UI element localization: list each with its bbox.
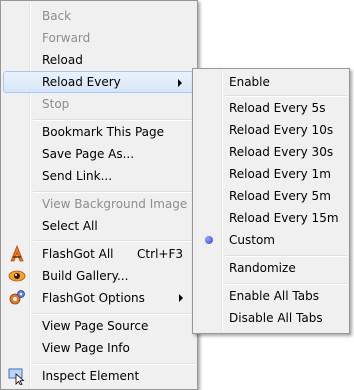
menu-item-label: View Page Source xyxy=(42,319,149,333)
menu-item-reload[interactable]: Reload xyxy=(3,49,195,71)
menu-item-label: Disable All Tabs xyxy=(229,311,323,325)
menu-item-label: FlashGot Options xyxy=(42,291,145,305)
gallery-eye-icon xyxy=(8,270,26,282)
submenu-item-randomize[interactable]: Randomize xyxy=(195,257,347,279)
menu-item-bookmark-page[interactable]: Bookmark This Page xyxy=(3,121,195,143)
menu-item-flashgot-options[interactable]: FlashGot Options xyxy=(3,287,195,309)
submenu-arrow-icon xyxy=(179,294,183,302)
menu-item-label: Bookmark This Page xyxy=(42,125,164,139)
menu-item-label: Reload Every xyxy=(42,75,121,89)
menu-item-label: Forward xyxy=(42,31,91,45)
menu-item-label: Custom xyxy=(229,233,275,247)
menu-item-forward[interactable]: Forward xyxy=(3,27,195,49)
menu-item-label: Reload Every 5s xyxy=(229,101,326,115)
menu-item-label: View Page Info xyxy=(42,341,130,355)
menu-item-label: Build Gallery... xyxy=(42,269,129,283)
radio-selected-icon xyxy=(205,236,213,244)
menu-item-label: Inspect Element xyxy=(42,369,140,383)
menu-item-inspect-element[interactable]: Inspect Element xyxy=(3,365,195,387)
menu-item-label: Reload Every 1m xyxy=(229,167,331,181)
menu-item-label: Reload Every 15m xyxy=(229,211,339,225)
menu-item-view-page-info[interactable]: View Page Info xyxy=(3,337,195,359)
flashgot-icon xyxy=(10,245,24,262)
submenu-item-reload-5s[interactable]: Reload Every 5s xyxy=(195,97,347,119)
submenu-item-reload-1m[interactable]: Reload Every 1m xyxy=(195,163,347,185)
context-menu: Back Forward Reload Reload Every Stop Bo… xyxy=(0,0,198,390)
menu-item-view-background-image[interactable]: View Background Image xyxy=(3,193,195,215)
flashgot-options-gear-icon xyxy=(9,290,25,305)
inspect-cursor-icon xyxy=(8,368,25,385)
menu-item-send-link[interactable]: Send Link... xyxy=(3,165,195,187)
menu-item-back[interactable]: Back xyxy=(3,5,195,27)
submenu-item-reload-30s[interactable]: Reload Every 30s xyxy=(195,141,347,163)
menu-item-stop[interactable]: Stop xyxy=(3,93,195,115)
menu-item-label: Randomize xyxy=(229,261,296,275)
menu-item-label: Enable All Tabs xyxy=(229,289,319,303)
menu-item-view-page-source[interactable]: View Page Source xyxy=(3,315,195,337)
menu-item-label: FlashGot All xyxy=(42,247,114,261)
menu-item-label: Reload Every 10s xyxy=(229,123,334,137)
menu-item-label: Reload xyxy=(42,53,83,67)
menu-item-save-page[interactable]: Save Page As... xyxy=(3,143,195,165)
menu-item-label: Stop xyxy=(42,97,70,111)
submenu-item-custom[interactable]: Custom xyxy=(195,229,347,251)
submenu-item-disable-all-tabs[interactable]: Disable All Tabs xyxy=(195,307,347,329)
submenu-item-enable-all-tabs[interactable]: Enable All Tabs xyxy=(195,285,347,307)
submenu-arrow-icon xyxy=(178,79,182,87)
menu-item-select-all[interactable]: Select All xyxy=(3,215,195,237)
submenu-item-reload-10s[interactable]: Reload Every 10s xyxy=(195,119,347,141)
menu-item-label: Select All xyxy=(42,219,98,233)
menu-item-label: Save Page As... xyxy=(42,147,135,161)
menu-separator xyxy=(33,240,195,242)
submenu-item-reload-5m[interactable]: Reload Every 5m xyxy=(195,185,347,207)
menu-item-label: Enable xyxy=(229,75,270,89)
menu-item-label: Back xyxy=(42,9,72,23)
submenu-item-enable[interactable]: Enable xyxy=(195,71,347,93)
submenu-item-reload-15m[interactable]: Reload Every 15m xyxy=(195,207,347,229)
menu-item-shortcut: Ctrl+F3 xyxy=(137,247,183,261)
menu-item-reload-every[interactable]: Reload Every xyxy=(3,71,195,93)
reload-every-submenu: Enable Reload Every 5s Reload Every 10s … xyxy=(192,68,350,334)
menu-item-label: Reload Every 5m xyxy=(229,189,331,203)
menu-item-label: View Background Image xyxy=(42,197,188,211)
menu-item-label: Reload Every 30s xyxy=(229,145,334,159)
menu-item-build-gallery[interactable]: Build Gallery... xyxy=(3,265,195,287)
menu-item-label: Send Link... xyxy=(42,169,113,183)
menu-item-flashgot-all[interactable]: FlashGot All Ctrl+F3 xyxy=(3,243,195,265)
